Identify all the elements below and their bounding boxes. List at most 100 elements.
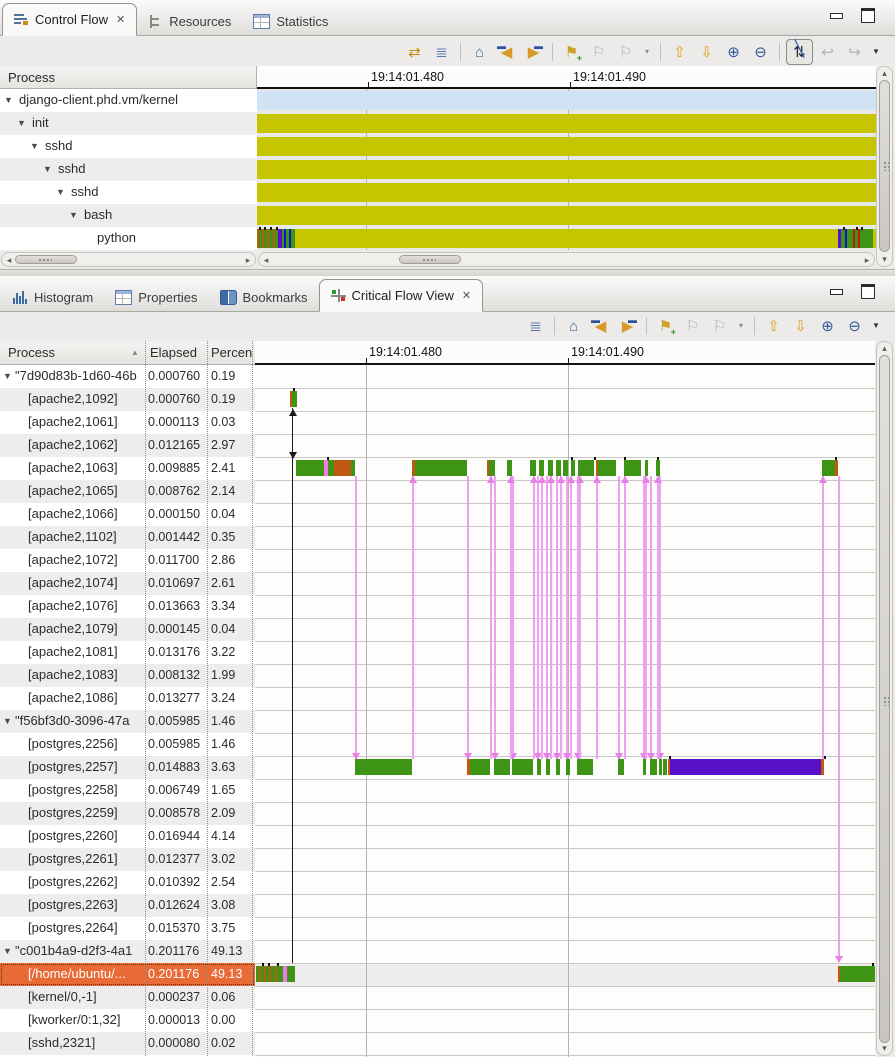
column-divider[interactable] [207,341,208,1056]
view-menu-button[interactable]: ▼ [869,40,883,64]
expander-icon[interactable]: ▼ [3,371,12,381]
column-divider[interactable] [252,341,253,1056]
maximize-button[interactable] [860,9,876,23]
table-row--postgres-2262-[interactable]: [postgres,2262]0.0103922.54 [0,871,255,894]
top-tab-control-flow[interactable]: Control Flow✕ [2,3,137,36]
table-row--postgres-2263-[interactable]: [postgres,2263]0.0126243.08 [0,894,255,917]
next-event-button[interactable]: ▶▬ [615,314,640,338]
control-flow-process-tree[interactable]: ▼django-client.phd.vm/kernel▼init▼sshd▼s… [0,89,258,250]
table-row--kworker-0-1-32-[interactable]: [kworker/0:1,32]0.0000130.00 [0,1009,255,1032]
marker-menu-button[interactable]: ▾ [640,40,654,64]
expander-icon[interactable]: ▼ [56,187,65,197]
bottom-tab-properties[interactable]: Properties [104,283,208,311]
table-row--apache2-1083-[interactable]: [apache2,1083]0.0081321.99 [0,664,255,687]
scroll-down-arrow[interactable]: ▾ [877,255,892,264]
next-item-button[interactable]: ⇩ [694,40,719,64]
minimize-button[interactable] [828,285,844,299]
scroll-right-arrow[interactable]: ▸ [244,256,252,265]
tree-row-python[interactable]: python [0,227,257,250]
table-row--sshd-2321-[interactable]: [sshd,2321]0.0000800.02 [0,1032,255,1055]
expander-icon[interactable]: ▼ [4,95,13,105]
table-row--apache2-1066-[interactable]: [apache2,1066]0.0001500.04 [0,503,255,526]
scroll-left-arrow[interactable]: ◂ [5,256,13,265]
column-divider[interactable] [145,341,146,1056]
expander-icon[interactable]: ▼ [30,141,39,151]
close-tab-icon[interactable]: ✕ [462,289,471,302]
tree-row-sshd[interactable]: ▼sshd [0,181,257,204]
table-row--apache2-1065-[interactable]: [apache2,1065]0.0087622.14 [0,480,255,503]
process-column-header[interactable]: Process [8,345,55,360]
expander-icon[interactable]: ▼ [69,210,78,220]
add-bookmark-button[interactable]: ⚑+ [653,314,678,338]
scrollbar-thumb[interactable] [879,80,890,252]
table-row--apache2-1081-[interactable]: [apache2,1081]0.0131763.22 [0,641,255,664]
table-row--apache2-1074-[interactable]: [apache2,1074]0.0106972.61 [0,572,255,595]
bottom-tab-bookmarks[interactable]: Bookmarks [209,283,319,311]
scroll-left-arrow[interactable]: ◂ [262,256,270,265]
reset-time-range-button[interactable]: ⌂ [561,314,586,338]
table-row--apache2-1076-[interactable]: [apache2,1076]0.0136633.34 [0,595,255,618]
chart-horizontal-scrollbar[interactable]: ◂ ▸ [258,252,875,267]
elapsed-column-header[interactable]: Elapsed [150,345,197,360]
scroll-down-arrow[interactable]: ▾ [877,1044,892,1053]
scrollbar-thumb[interactable] [399,255,461,264]
zoom-in-button[interactable]: ⊕ [815,314,840,338]
bottom-tab-histogram[interactable]: Histogram [2,283,104,311]
table-row--apache2-1102-[interactable]: [apache2,1102]0.0014420.35 [0,526,255,549]
table-row--apache2-1062-[interactable]: [apache2,1062]0.0121652.97 [0,434,255,457]
zoom-out-button[interactable]: ⊖ [842,314,867,338]
table-row--postgres-2256-[interactable]: [postgres,2256]0.0059851.46 [0,733,255,756]
top-time-axis[interactable]: 19:14:01.48019:14:01.490 [257,66,876,89]
tree-row-sshd[interactable]: ▼sshd [0,135,257,158]
table-row--home-ubuntu-[interactable]: [/home/ubuntu/...0.20117649.13 [0,963,255,986]
zoom-out-button[interactable]: ⊖ [748,40,773,64]
minimize-button[interactable] [828,9,844,23]
expander-icon[interactable]: ▼ [43,164,52,174]
table-row--c001b4a9-d2f3-4a1[interactable]: ▼"c001b4a9-d2f3-4a10.20117649.13 [0,940,255,963]
scrollbar-thumb[interactable] [15,255,77,264]
previous-event-button[interactable]: ◀▬ [588,314,613,338]
next-item-button[interactable]: ⇩ [788,314,813,338]
process-column-header[interactable]: Process [0,66,257,89]
critical-flow-process-table[interactable]: ▼"7d90d83b-1d60-46b0.0007600.19[apache2,… [0,365,255,1057]
reset-time-range-button[interactable]: ⌂ [467,40,492,64]
scroll-right-arrow[interactable]: ▸ [863,256,871,265]
show-legend-button[interactable]: ≣ [523,314,548,338]
bottom-tab-critical-flow-view[interactable]: Critical Flow View✕ [319,279,484,312]
bottom-vertical-scrollbar[interactable]: ▴ ▾ [876,341,893,1056]
table-row--apache2-1086-[interactable]: [apache2,1086]0.0132773.24 [0,687,255,710]
table-row--postgres-2260-[interactable]: [postgres,2260]0.0169444.14 [0,825,255,848]
percent-column-header[interactable]: Percent [211,345,252,360]
expander-icon[interactable]: ▼ [17,118,26,128]
marker-menu-button[interactable]: ▾ [734,314,748,338]
table-row--postgres-2261-[interactable]: [postgres,2261]0.0123773.02 [0,848,255,871]
previous-item-button[interactable]: ⇧ [667,40,692,64]
hide-arrows-button[interactable]: ⇅╲ [786,39,813,65]
bottom-time-axis[interactable]: 19:14:01.48019:14:01.490 [255,341,875,365]
show-legend-button[interactable]: ≣ [429,40,454,64]
expander-icon[interactable]: ▼ [3,946,12,956]
maximize-button[interactable] [860,285,876,299]
table-row--7d90d83b-1d60-46b[interactable]: ▼"7d90d83b-1d60-46b0.0007600.19 [0,365,255,388]
tree-row-sshd[interactable]: ▼sshd [0,158,257,181]
previous-event-button[interactable]: ◀▬ [494,40,519,64]
expander-icon[interactable]: ▼ [3,716,12,726]
table-row--apache2-1092-[interactable]: [apache2,1092]0.0007600.19 [0,388,255,411]
top-vertical-scrollbar[interactable]: ▴ ▾ [876,66,893,267]
next-event-button[interactable]: ▶▬ [521,40,546,64]
zoom-in-button[interactable]: ⊕ [721,40,746,64]
table-row--postgres-2259-[interactable]: [postgres,2259]0.0085782.09 [0,802,255,825]
previous-item-button[interactable]: ⇧ [761,314,786,338]
top-tab-statistics[interactable]: Statistics [242,7,339,35]
scroll-up-arrow[interactable]: ▴ [877,344,892,353]
table-row--postgres-2257-[interactable]: [postgres,2257]0.0148833.63 [0,756,255,779]
tree-row-django-client.phd.vm/kernel[interactable]: ▼django-client.phd.vm/kernel [0,89,257,112]
align-views-button[interactable]: ⇄ [402,40,427,64]
table-row--apache2-1079-[interactable]: [apache2,1079]0.0001450.04 [0,618,255,641]
table-row--postgres-2258-[interactable]: [postgres,2258]0.0067491.65 [0,779,255,802]
table-row--kernel-0-1-[interactable]: [kernel/0,-1]0.0002370.06 [0,986,255,1009]
critical-flow-chart[interactable] [255,365,875,1057]
scrollbar-thumb[interactable] [879,355,890,1043]
table-row--apache2-1072-[interactable]: [apache2,1072]0.0117002.86 [0,549,255,572]
view-menu-button[interactable]: ▼ [869,314,883,338]
